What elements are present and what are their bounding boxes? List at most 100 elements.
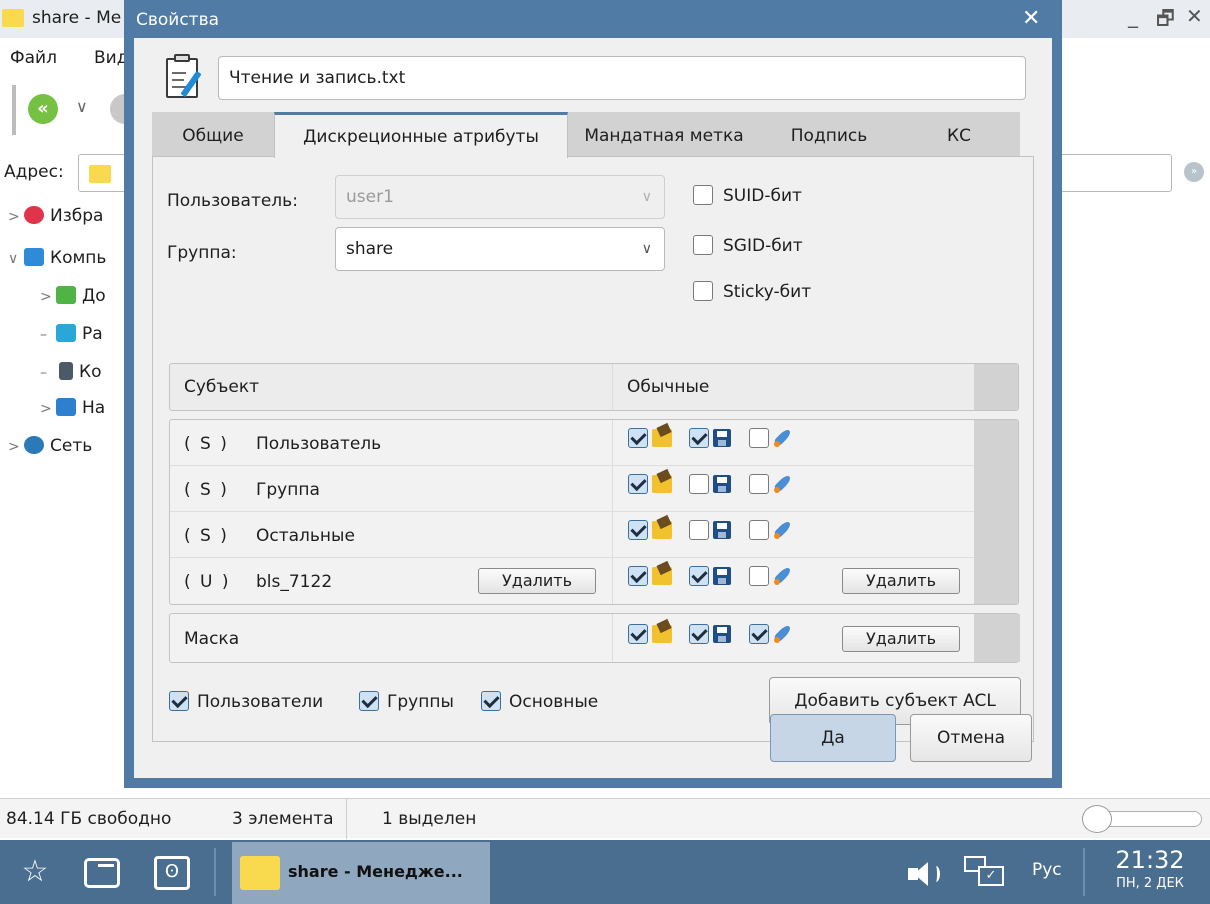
acl-row-group[interactable]: ( S ) Группа	[170, 466, 974, 512]
chevron-down-icon: ∨	[641, 189, 652, 205]
delete-perms-button[interactable]: Удалить	[842, 568, 960, 594]
acl-perms	[628, 428, 805, 456]
taskbar-task-file-manager[interactable]: share - Менедже...	[232, 842, 490, 904]
zoom-slider-handle[interactable]	[1082, 805, 1112, 833]
dialog-body: Чтение и запись.txt Общие Дискреционные …	[134, 38, 1052, 778]
delete-mask-button[interactable]: Удалить	[842, 626, 960, 652]
acl-kind: ( S )	[184, 526, 229, 546]
minimize-icon[interactable]: _	[1128, 4, 1138, 28]
rocket-icon	[773, 520, 793, 540]
back-icon[interactable]: «	[28, 94, 58, 124]
owner-select: user1 ∨	[335, 175, 665, 219]
acl-perms	[628, 474, 805, 502]
column-perms: Обычные	[612, 364, 974, 410]
status-selected: 1 выделен	[382, 809, 477, 829]
acl-mask-row[interactable]: Маска Удалить	[169, 613, 1020, 663]
tree-item-settings[interactable]: > На	[40, 398, 105, 430]
network-status-icon[interactable]: ✓	[962, 854, 1006, 892]
tree-item-computer[interactable]: ∨ Компь	[8, 248, 106, 280]
mask-write[interactable]	[689, 624, 732, 644]
tree-item-label: Ра	[82, 324, 103, 344]
suid-checkbox[interactable]: SUID-бит	[693, 185, 802, 206]
clock-time[interactable]: 21:32	[1100, 846, 1200, 874]
cancel-button[interactable]: Отмена	[910, 714, 1032, 762]
dialog-title: Свойства	[136, 10, 220, 30]
sticky-checkbox[interactable]: Sticky-бит	[693, 281, 811, 302]
group-select[interactable]: share ∨	[335, 227, 665, 271]
folder-icon	[240, 856, 280, 890]
sticky-label: Sticky-бит	[723, 282, 812, 302]
acl-kind: ( S )	[184, 480, 229, 500]
close-icon[interactable]: ✕	[1186, 4, 1203, 28]
ok-button[interactable]: Да	[770, 714, 896, 762]
perm-write[interactable]	[689, 520, 732, 540]
perm-write[interactable]	[689, 566, 732, 586]
perm-write[interactable]	[689, 428, 732, 448]
tree-item-network[interactable]: > Сеть	[8, 436, 92, 468]
perm-read[interactable]	[628, 566, 672, 586]
status-bar: 84.14 ГБ свободно 3 элемента 1 выделен	[0, 798, 1210, 839]
filter-users-checkbox[interactable]: Пользователи	[169, 691, 323, 712]
tab-signature[interactable]: Подпись	[760, 112, 898, 158]
acl-row-user-bls[interactable]: ( U ) bls_7122 Удалить Удалить	[170, 558, 974, 604]
folder-icon	[652, 567, 672, 585]
perm-write[interactable]	[689, 474, 732, 494]
tree-item-home[interactable]: > До	[40, 286, 106, 318]
acl-row-user[interactable]: ( S ) Пользователь	[170, 420, 974, 466]
rocket-icon	[773, 428, 793, 448]
tree-item-label: Избра	[50, 206, 104, 226]
mask-read[interactable]	[628, 624, 672, 644]
perm-execute[interactable]	[748, 566, 793, 586]
properties-dialog: Свойства ✕ Чтение и запись.txt Общие Дис…	[124, 0, 1062, 788]
floppy-disk-icon	[713, 625, 732, 643]
acl-subject: Пользователь	[256, 434, 382, 454]
file-name-input[interactable]: Чтение и запись.txt	[218, 56, 1026, 100]
keyboard-layout[interactable]: Рус	[1032, 860, 1062, 880]
tab-checksum[interactable]: КС	[898, 112, 1020, 158]
mask-execute[interactable]	[748, 624, 793, 644]
menu-file[interactable]: Файл	[10, 48, 57, 68]
close-icon[interactable]: ✕	[1022, 6, 1040, 31]
perm-execute[interactable]	[748, 428, 793, 448]
acl-perms	[628, 520, 805, 548]
filter-basic-label: Основные	[509, 692, 599, 712]
tree-item-favorites[interactable]: > Избра	[8, 206, 103, 238]
tab-panel-discretionary: Пользователь: user1 ∨ Группа: share ∨ SU…	[152, 156, 1034, 742]
tray-separator	[1083, 848, 1085, 896]
acl-row-others[interactable]: ( S ) Остальные	[170, 512, 974, 558]
tab-discretionary-attributes[interactable]: Дискреционные атрибуты	[274, 112, 568, 158]
perm-execute[interactable]	[748, 520, 793, 540]
delete-subject-button[interactable]: Удалить	[478, 568, 596, 594]
group-label: Группа:	[167, 243, 237, 263]
tree-item-label: До	[82, 286, 106, 306]
floppy-disk-icon	[713, 521, 732, 539]
restore-icon[interactable]: 🗗	[1156, 4, 1175, 38]
go-icon[interactable]: »	[1184, 162, 1204, 182]
text-file-icon	[162, 54, 206, 102]
star-icon[interactable]: ☆	[10, 850, 60, 894]
tree-item-trash[interactable]: – Ко	[40, 362, 101, 394]
tree-item-desktop[interactable]: – Ра	[40, 324, 103, 356]
windows-icon[interactable]	[78, 850, 128, 894]
filter-basic-checkbox[interactable]: Основные	[481, 691, 598, 712]
desktop-eye-icon[interactable]: ʘ	[148, 850, 198, 894]
fm-title: share - Ме	[32, 8, 122, 28]
folder-tree: > Избра ∨ Компь > До – Ра – Ко > На > Сеть	[0, 198, 130, 788]
home-icon	[56, 286, 76, 304]
sgid-checkbox[interactable]: SGID-бит	[693, 235, 803, 256]
acl-scrollbar[interactable]	[974, 420, 1018, 604]
perm-read[interactable]	[628, 520, 672, 540]
filter-groups-checkbox[interactable]: Группы	[359, 691, 454, 712]
column-perms-label: Обычные	[627, 377, 710, 397]
tab-general[interactable]: Общие	[152, 112, 274, 158]
desktop-icon	[56, 324, 76, 342]
status-free-space: 84.14 ГБ свободно	[6, 809, 172, 829]
floppy-disk-icon	[713, 567, 732, 585]
perm-read[interactable]	[628, 428, 672, 448]
folder-icon	[652, 429, 672, 447]
suid-label: SUID-бит	[723, 186, 802, 206]
tab-mandatory-label[interactable]: Мандатная метка	[568, 112, 760, 158]
perm-execute[interactable]	[748, 474, 793, 494]
chevron-down-icon[interactable]: ∨	[76, 97, 88, 116]
perm-read[interactable]	[628, 474, 672, 494]
